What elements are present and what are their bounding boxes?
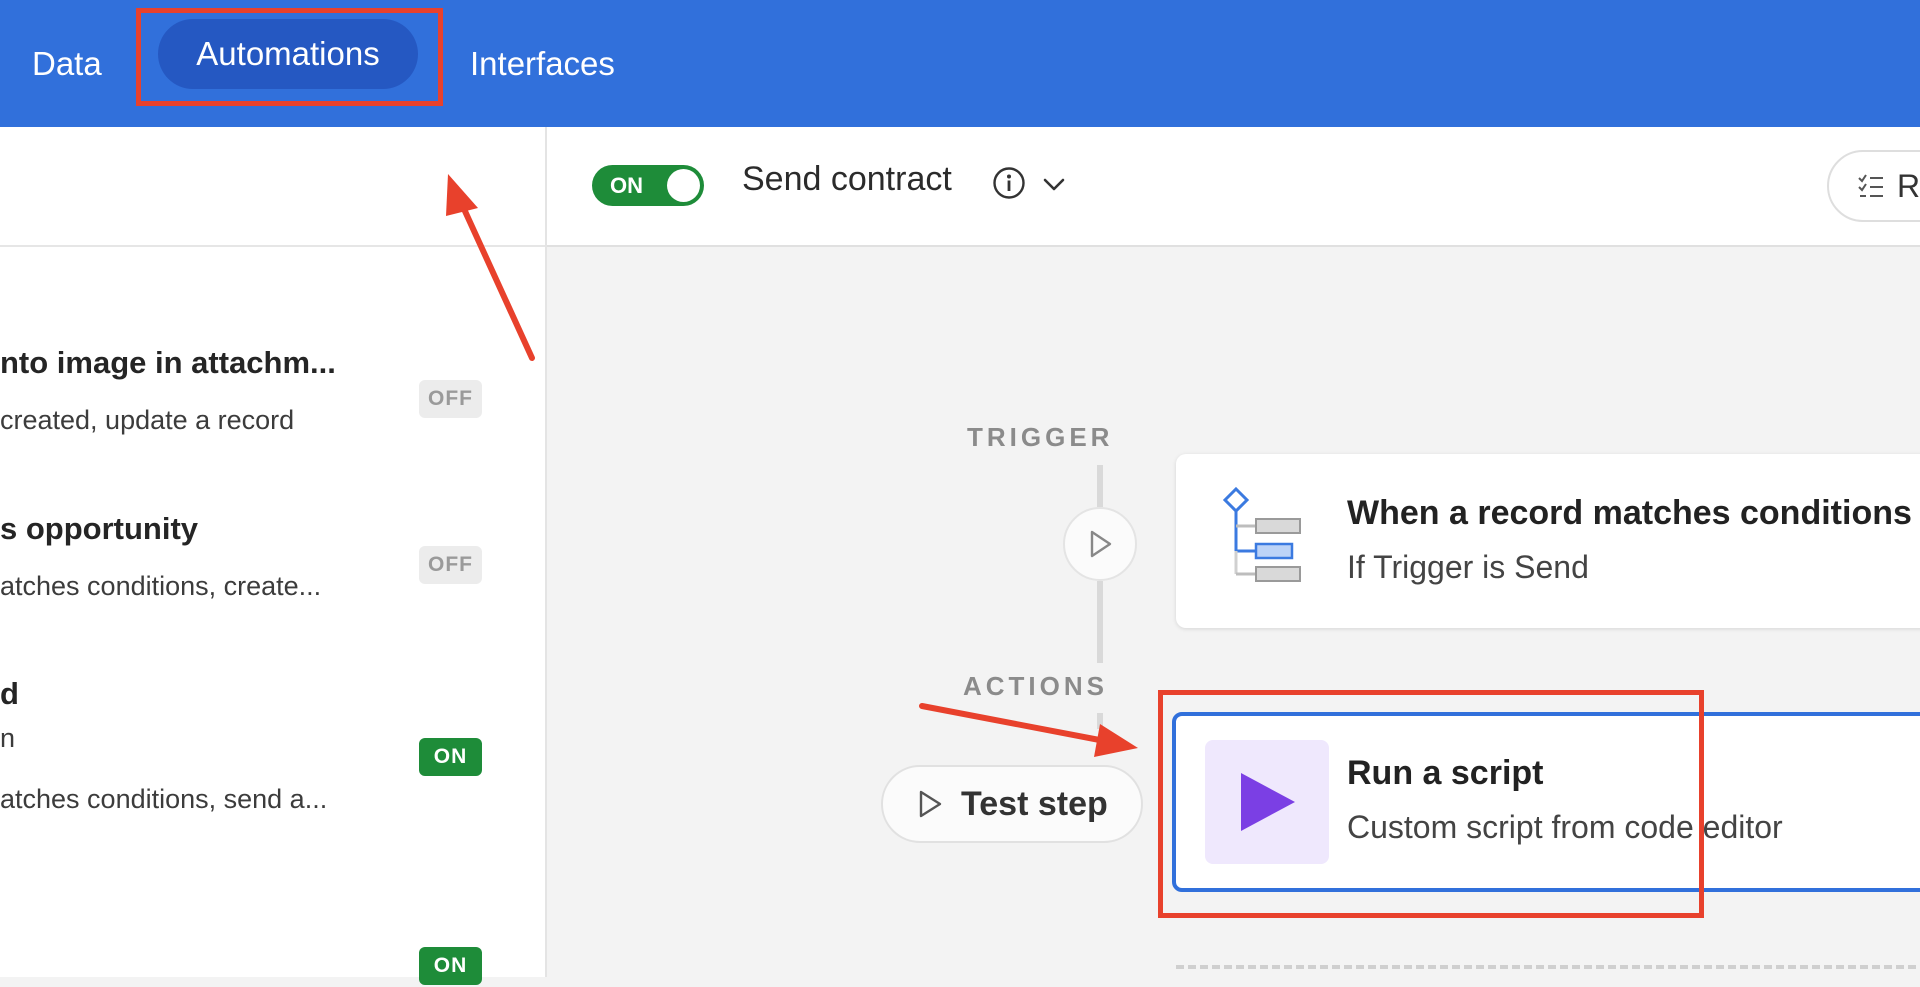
toggle-knob <box>667 169 700 202</box>
automation-item-subtitle: created, update a record <box>0 405 295 435</box>
tab-automations[interactable]: Automations <box>158 19 418 89</box>
test-trigger-button[interactable] <box>1063 507 1137 581</box>
trigger-subtitle: If Trigger is Send <box>1347 549 1589 585</box>
status-badge: OFF <box>419 380 482 418</box>
run-history-button[interactable]: Ru <box>1827 150 1920 222</box>
play-script-icon <box>1241 773 1295 831</box>
automation-item-title: nto image in attachm... <box>0 345 336 380</box>
sidebar-header <box>0 127 545 247</box>
top-navigation-bar: Data Automations Interfaces <box>0 0 1920 127</box>
automation-item-title: s opportunity <box>0 511 199 546</box>
status-badge: ON <box>419 738 482 776</box>
checklist-icon <box>1858 174 1883 197</box>
automation-name[interactable]: Send contract <box>742 160 952 199</box>
automation-item-description: atches conditions, send a... <box>0 784 328 814</box>
test-step-button[interactable]: Test step <box>881 765 1143 843</box>
automation-list-item[interactable]: ON <box>0 947 545 987</box>
automation-item-subtitle: n <box>0 723 16 753</box>
automation-item-title: d <box>0 676 19 711</box>
tab-data[interactable]: Data <box>32 0 102 127</box>
action-title: Run a script <box>1347 754 1544 792</box>
trigger-card[interactable]: When a record matches conditions If Trig… <box>1176 454 1920 628</box>
record-conditions-icon <box>1222 486 1301 582</box>
connector-line <box>1097 465 1103 507</box>
automation-on-toggle[interactable]: ON <box>592 165 704 206</box>
run-history-label: Ru <box>1897 167 1920 204</box>
connector-line <box>1097 581 1103 663</box>
status-badge: OFF <box>419 546 482 584</box>
trigger-title: When a record matches conditions <box>1347 494 1912 532</box>
add-action-placeholder[interactable] <box>1176 965 1920 977</box>
actions-section-label: ACTIONS <box>963 671 1108 701</box>
toggle-label: ON <box>610 173 643 198</box>
info-icon[interactable] <box>992 166 1026 200</box>
workflow-canvas: TRIGGER ACTIONS When a record matches co… <box>547 247 1920 977</box>
chevron-down-icon[interactable] <box>1040 170 1068 198</box>
connector-line <box>1097 713 1103 729</box>
trigger-section-label: TRIGGER <box>967 422 1114 452</box>
automations-sidebar: nto image in attachm... created, update … <box>0 127 547 985</box>
test-step-label: Test step <box>961 784 1108 823</box>
automation-list-item[interactable]: d n atches conditions, send a... ON <box>0 676 545 856</box>
status-badge: ON <box>419 947 482 985</box>
run-script-action-card[interactable]: Run a script Custom script from code edi… <box>1172 712 1920 892</box>
tab-interfaces[interactable]: Interfaces <box>470 0 615 127</box>
script-icon-box <box>1205 740 1329 864</box>
play-icon <box>1090 530 1112 558</box>
play-icon <box>919 790 942 818</box>
automation-list-item[interactable]: nto image in attachm... created, update … <box>0 345 545 475</box>
automation-header: ON Send contract Ru <box>547 127 1920 247</box>
automation-list-item[interactable]: s opportunity atches conditions, create.… <box>0 511 545 641</box>
action-subtitle: Custom script from code editor <box>1347 809 1783 845</box>
automation-item-subtitle: atches conditions, create... <box>0 571 322 601</box>
